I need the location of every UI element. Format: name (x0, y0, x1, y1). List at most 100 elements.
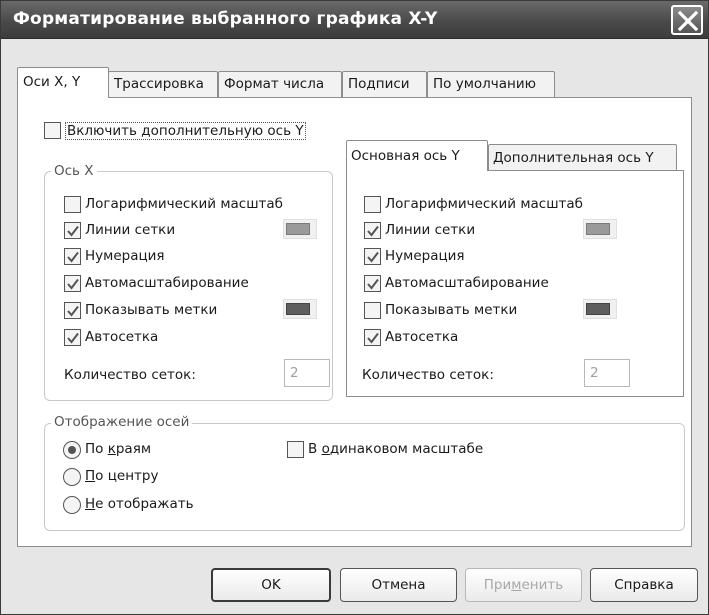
checkbox-box[interactable] (64, 248, 81, 265)
x-log-scale-checkbox[interactable]: Логарифмический масштаб (64, 195, 324, 215)
tab-primary-y-axis[interactable]: Основная ось Y (346, 140, 488, 171)
tab-label: Оси X, Y (23, 74, 81, 90)
y-grid-lines-checkbox[interactable]: Линии сетки (364, 221, 564, 241)
close-icon (677, 10, 699, 32)
help-button[interactable]: Справка (590, 568, 698, 602)
check-icon (67, 332, 79, 344)
checkbox-box[interactable] (64, 196, 81, 213)
radio-hide[interactable]: Не отображать (63, 495, 223, 517)
radio-button[interactable] (63, 496, 81, 514)
radio-button[interactable] (63, 441, 81, 459)
radio-center-label: По центру (85, 468, 158, 484)
dialog-window: Форматирование выбранного графика X-Y Ос… (0, 0, 709, 615)
x-axis-group-title: Ось X (51, 163, 97, 179)
x-grid-lines-checkbox[interactable]: Линии сетки (64, 221, 264, 241)
check-icon (367, 278, 379, 290)
tab-defaults[interactable]: По умолчанию (427, 71, 555, 97)
checkbox-box[interactable] (64, 302, 81, 319)
x-show-marks-label: Показывать метки (85, 302, 218, 318)
y-marks-color-swatch[interactable] (583, 299, 617, 319)
checkbox-box[interactable] (364, 275, 381, 292)
y-autogrid-checkbox[interactable]: Автосетка (364, 328, 564, 348)
radio-button[interactable] (63, 468, 81, 486)
label-text: о центру (95, 468, 159, 484)
window-title: Форматирование выбранного графика X-Y (13, 9, 438, 29)
x-log-scale-label: Логарифмический масштаб (85, 196, 284, 212)
y-show-marks-checkbox[interactable]: Показывать метки (364, 301, 564, 321)
color-swatch-fill (286, 303, 310, 315)
x-autoscale-checkbox[interactable]: Автомасштабирование (64, 274, 294, 294)
radio-on-edges-label: По краям (85, 441, 151, 457)
checkbox-box[interactable] (64, 222, 81, 239)
x-numbering-label: Нумерация (85, 248, 165, 264)
radio-hide-label: Не отображать (85, 496, 194, 512)
check-icon (367, 251, 379, 263)
y-log-scale-checkbox[interactable]: Логарифмический масштаб (364, 195, 624, 215)
y-numbering-checkbox[interactable]: Нумерация (364, 247, 564, 267)
color-swatch-fill (586, 303, 610, 315)
check-icon (67, 305, 79, 317)
checkbox-box[interactable] (44, 122, 61, 139)
tab-labels[interactable]: Подписи (342, 71, 427, 97)
color-swatch-fill (286, 223, 310, 235)
checkbox-box[interactable] (64, 275, 81, 292)
x-autogrid-checkbox[interactable]: Автосетка (64, 328, 264, 348)
x-show-marks-checkbox[interactable]: Показывать метки (64, 301, 264, 321)
accelerator-key: Н (85, 496, 96, 512)
x-grid-count-label: Количество сеток: (64, 367, 196, 383)
tab-label: По умолчанию (433, 76, 536, 92)
y-autoscale-checkbox[interactable]: Автомасштабирование (364, 274, 594, 294)
checkbox-box[interactable] (64, 329, 81, 346)
x-autogrid-label: Автосетка (85, 329, 159, 345)
check-icon (67, 225, 79, 237)
checkbox-box[interactable] (364, 302, 381, 319)
extra-y-axis-label: Включить дополнительную ось Y (65, 122, 306, 140)
y-grid-color-swatch[interactable] (583, 219, 617, 239)
y-numbering-label: Нумерация (385, 248, 465, 264)
tab-secondary-y-axis[interactable]: Дополнительная ось Y (488, 144, 677, 170)
checkbox-box[interactable] (364, 248, 381, 265)
y-log-scale-label: Логарифмический масштаб (385, 196, 584, 212)
tab-label: Формат числа (224, 76, 325, 92)
radio-on-edges[interactable]: По краям (63, 440, 223, 462)
label-text: динаковом масштабе (329, 441, 484, 457)
x-marks-color-swatch[interactable] (283, 299, 317, 319)
accelerator-key: м (511, 577, 522, 593)
tab-label: Дополнительная ось Y (493, 150, 654, 166)
label-text: раям (115, 441, 152, 457)
checkbox-box[interactable] (364, 196, 381, 213)
check-icon (367, 225, 379, 237)
cancel-button[interactable]: Отмена (340, 568, 457, 602)
x-numbering-checkbox[interactable]: Нумерация (64, 247, 264, 267)
radio-center[interactable]: По центру (63, 467, 223, 489)
tab-axes-xy[interactable]: Оси X, Y (17, 67, 109, 98)
x-grid-color-swatch[interactable] (283, 219, 317, 239)
title-bar[interactable]: Форматирование выбранного графика X-Y (1, 1, 708, 39)
label-text: При (483, 577, 512, 593)
extra-y-axis-checkbox[interactable]: Включить дополнительную ось Y (44, 121, 344, 141)
tab-tracing[interactable]: Трассировка (108, 71, 218, 97)
equal-scale-checkbox[interactable]: В одинаковом масштабе (287, 440, 527, 460)
x-autoscale-label: Автомасштабирование (85, 275, 249, 291)
x-grid-lines-label: Линии сетки (85, 222, 176, 238)
y-grid-lines-label: Линии сетки (385, 222, 476, 238)
equal-scale-label: В одинаковом масштабе (308, 441, 483, 457)
y-grid-count-label: Количество сеток: (362, 367, 494, 383)
apply-button[interactable]: Применить (465, 568, 582, 602)
y-show-marks-label: Показывать метки (385, 302, 518, 318)
check-icon (67, 251, 79, 263)
checkbox-box[interactable] (287, 441, 304, 458)
color-swatch-fill (586, 223, 610, 235)
tab-label: Трассировка (114, 76, 204, 92)
y-grid-count-input[interactable]: 2 (584, 359, 630, 387)
accelerator-key: к (107, 441, 116, 457)
ok-button[interactable]: OK (211, 568, 331, 602)
close-button[interactable] (671, 5, 703, 35)
label-text: В (308, 441, 322, 457)
checkbox-box[interactable] (364, 222, 381, 239)
label-text: По (85, 441, 108, 457)
x-grid-count-input[interactable]: 2 (284, 359, 330, 387)
checkbox-box[interactable] (364, 329, 381, 346)
axes-display-title: Отображение осей (51, 414, 193, 430)
tab-number-format[interactable]: Формат числа (218, 71, 342, 97)
